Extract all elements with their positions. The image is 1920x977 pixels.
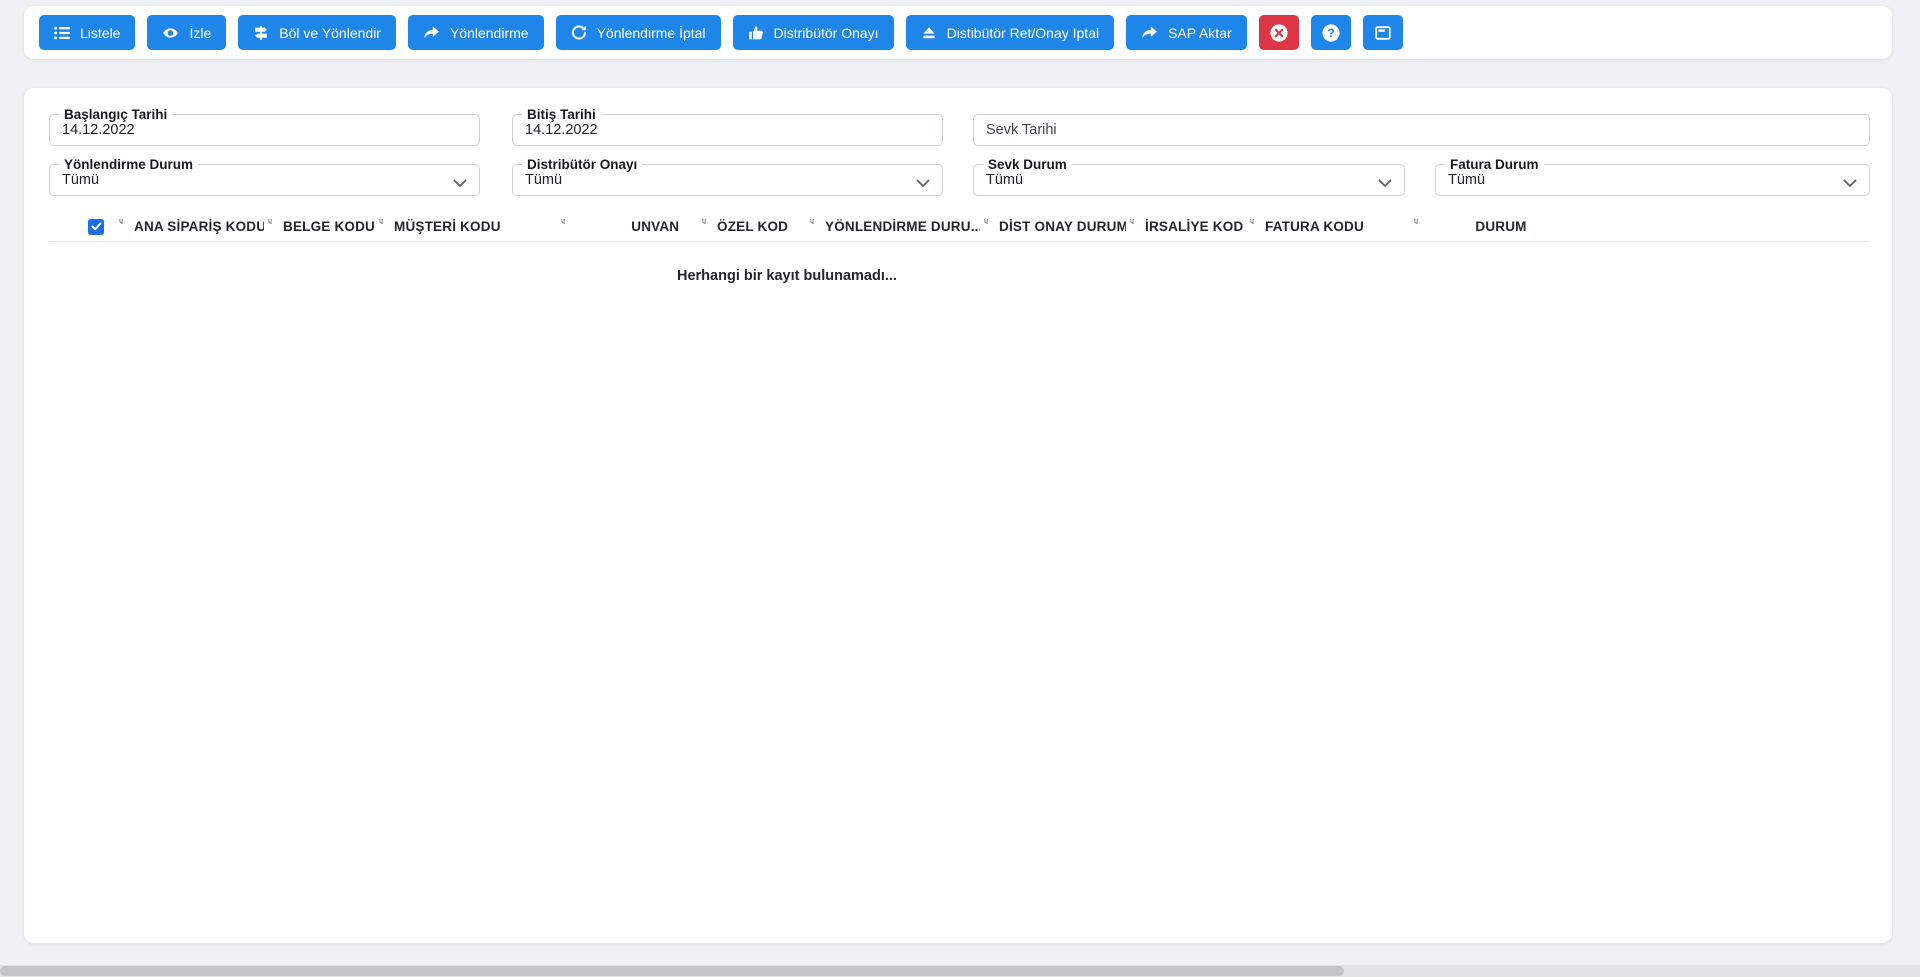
chevron-down-icon[interactable] xyxy=(916,176,930,192)
yonlendirme-durum-select[interactable]: Yönlendirme Durum Tümü xyxy=(49,156,480,196)
close-button[interactable] xyxy=(1258,15,1299,50)
column-label: FATURA KODU xyxy=(1265,219,1364,234)
fatura-durum-value: Tümü xyxy=(1448,172,1486,188)
yonlendirme-iptal-button[interactable]: Yönlendirme İptal xyxy=(555,15,721,50)
column-label: ÖZEL KOD xyxy=(717,219,789,234)
filter-funnel-icon[interactable] xyxy=(980,219,992,228)
column-header-unvan[interactable]: UNVAN xyxy=(520,219,698,234)
sevk-durum-select[interactable]: Sevk Durum Tümü xyxy=(973,156,1405,196)
filter-funnel-icon[interactable] xyxy=(1377,219,1455,228)
distributor-onayi-button[interactable]: Distribütör Onayı xyxy=(732,15,894,50)
bitis-tarihi-label: Bitiş Tarihi xyxy=(522,106,601,123)
column-label: ANA SİPARİŞ KODU xyxy=(134,219,264,234)
izle-button[interactable]: İzle xyxy=(147,15,227,50)
column-header-musteri-kodu[interactable]: MÜŞTERİ KODU xyxy=(375,219,520,234)
filter-funnel-icon[interactable] xyxy=(520,219,606,228)
question-circle-icon: ? xyxy=(1321,23,1341,43)
column-label: BELGE KODU xyxy=(283,219,375,234)
fatura-durum-select[interactable]: Fatura Durum Tümü xyxy=(1435,156,1870,196)
grid-header-row: ANA SİPARİŞ KODU BELGE KODU MÜŞTERİ KODU… xyxy=(49,212,1870,242)
fatura-durum-label: Fatura Durum xyxy=(1445,156,1544,173)
bol-ve-yonlendir-button[interactable]: Böl ve Yönlendir xyxy=(238,15,396,50)
bol-ve-yonlendir-label: Böl ve Yönlendir xyxy=(279,24,381,41)
distributor-ret-onay-iptal-label: Distibütör Ret/Onay Iptal xyxy=(946,24,1100,41)
x-circle-icon xyxy=(1269,23,1289,43)
filter-row-statuses: Yönlendirme Durum Tümü Distribütör Onayı… xyxy=(49,156,1870,196)
column-header-yonlendirme-durum[interactable]: YÖNLENDİRME DURU... xyxy=(806,219,980,234)
column-label: DİST ONAY DURUM xyxy=(999,219,1126,234)
filter-funnel-icon[interactable] xyxy=(806,219,818,228)
yonlendirme-iptal-label: Yönlendirme İptal xyxy=(596,24,706,41)
filter-funnel-icon[interactable] xyxy=(115,219,127,228)
svg-text:?: ? xyxy=(1327,26,1334,40)
sevk-tarihi-field[interactable] xyxy=(973,114,1870,146)
listele-button[interactable]: Listele xyxy=(39,15,136,50)
select-all-checkbox[interactable] xyxy=(88,218,104,235)
filter-funnel-icon[interactable] xyxy=(1126,219,1138,228)
action-toolbar: Listele İzle Böl ve Yönlendir Yönlendirm… xyxy=(24,6,1892,59)
eye-icon xyxy=(162,25,179,41)
chevron-down-icon[interactable] xyxy=(1378,176,1392,192)
column-label: MÜŞTERİ KODU xyxy=(394,219,501,234)
signpost-icon xyxy=(253,25,269,41)
sap-aktar-button[interactable]: SAP Aktar xyxy=(1126,15,1247,50)
yonlendirme-button[interactable]: Yönlendirme xyxy=(407,15,544,50)
sap-aktar-label: SAP Aktar xyxy=(1168,24,1232,41)
window-icon xyxy=(1374,24,1392,42)
yonlendirme-durum-label: Yönlendirme Durum xyxy=(59,156,199,173)
distributor-onayi-value: Tümü xyxy=(525,172,563,188)
column-header-ozel-kod[interactable]: ÖZEL KOD xyxy=(698,219,806,234)
column-header-dist-onay-durum[interactable]: DİST ONAY DURUM xyxy=(980,219,1126,234)
column-label: İRSALİYE KOD xyxy=(1145,219,1244,234)
column-header-durum[interactable]: DURUM xyxy=(1377,219,1540,234)
filter-row-dates: Başlangıç Tarihi Bitiş Tarihi xyxy=(49,106,1870,146)
refresh-icon xyxy=(571,25,587,41)
scrollbar-thumb[interactable] xyxy=(0,966,1344,976)
share-arrow-icon xyxy=(1141,25,1158,41)
window-button[interactable] xyxy=(1362,15,1403,50)
distributor-onayi-select-label: Distribütör Onayı xyxy=(522,156,643,173)
chevron-down-icon[interactable] xyxy=(453,176,467,192)
column-label: YÖNLENDİRME DURU... xyxy=(825,219,980,234)
sevk-durum-label: Sevk Durum xyxy=(983,156,1072,173)
column-label: UNVAN xyxy=(631,219,680,234)
select-all-cell xyxy=(49,218,115,235)
empty-state-message: Herhangi bir kayıt bulunamadı... xyxy=(677,268,897,284)
filter-funnel-icon[interactable] xyxy=(264,219,276,228)
horizontal-scrollbar[interactable] xyxy=(0,965,1920,977)
yonlendirme-label: Yönlendirme xyxy=(449,24,529,41)
bitis-tarihi-input[interactable] xyxy=(525,122,930,138)
chevron-down-icon[interactable] xyxy=(1843,176,1857,192)
baslangic-tarihi-field[interactable]: Başlangıç Tarihi xyxy=(49,106,480,146)
column-header-fatura-kodu[interactable]: FATURA KODU xyxy=(1246,219,1377,234)
yonlendirme-durum-value: Tümü xyxy=(62,172,100,188)
filter-funnel-icon[interactable] xyxy=(375,219,387,228)
izle-label: İzle xyxy=(189,24,212,41)
eject-icon xyxy=(921,25,937,41)
help-button[interactable]: ? xyxy=(1310,15,1351,50)
list-icon xyxy=(54,25,70,41)
baslangic-tarihi-label: Başlangıç Tarihi xyxy=(59,106,173,123)
column-label: DURUM xyxy=(1475,219,1527,234)
content-panel: Başlangıç Tarihi Bitiş Tarihi Yönlendirm… xyxy=(24,88,1892,943)
distributor-onayi-select[interactable]: Distribütör Onayı Tümü xyxy=(512,156,943,196)
listele-label: Listele xyxy=(80,24,121,41)
thumbs-up-icon xyxy=(748,25,764,41)
distributor-ret-onay-iptal-button[interactable]: Distibütör Ret/Onay Iptal xyxy=(905,15,1115,50)
baslangic-tarihi-input[interactable] xyxy=(62,122,467,138)
orders-grid: ANA SİPARİŞ KODU BELGE KODU MÜŞTERİ KODU… xyxy=(49,212,1870,284)
sevk-tarihi-input[interactable] xyxy=(986,122,1857,138)
column-header-irsaliye-kod[interactable]: İRSALİYE KOD xyxy=(1126,219,1246,234)
sevk-durum-value: Tümü xyxy=(986,172,1024,188)
share-arrow-icon xyxy=(423,25,440,41)
distributor-onayi-label: Distribütör Onayı xyxy=(773,24,879,41)
column-header-belge-kodu[interactable]: BELGE KODU xyxy=(264,219,375,234)
column-header-ana-siparis-kodu[interactable]: ANA SİPARİŞ KODU xyxy=(115,219,264,234)
filter-funnel-icon[interactable] xyxy=(1246,219,1258,228)
filter-funnel-icon[interactable] xyxy=(698,219,710,228)
bitis-tarihi-field[interactable]: Bitiş Tarihi xyxy=(512,106,943,146)
